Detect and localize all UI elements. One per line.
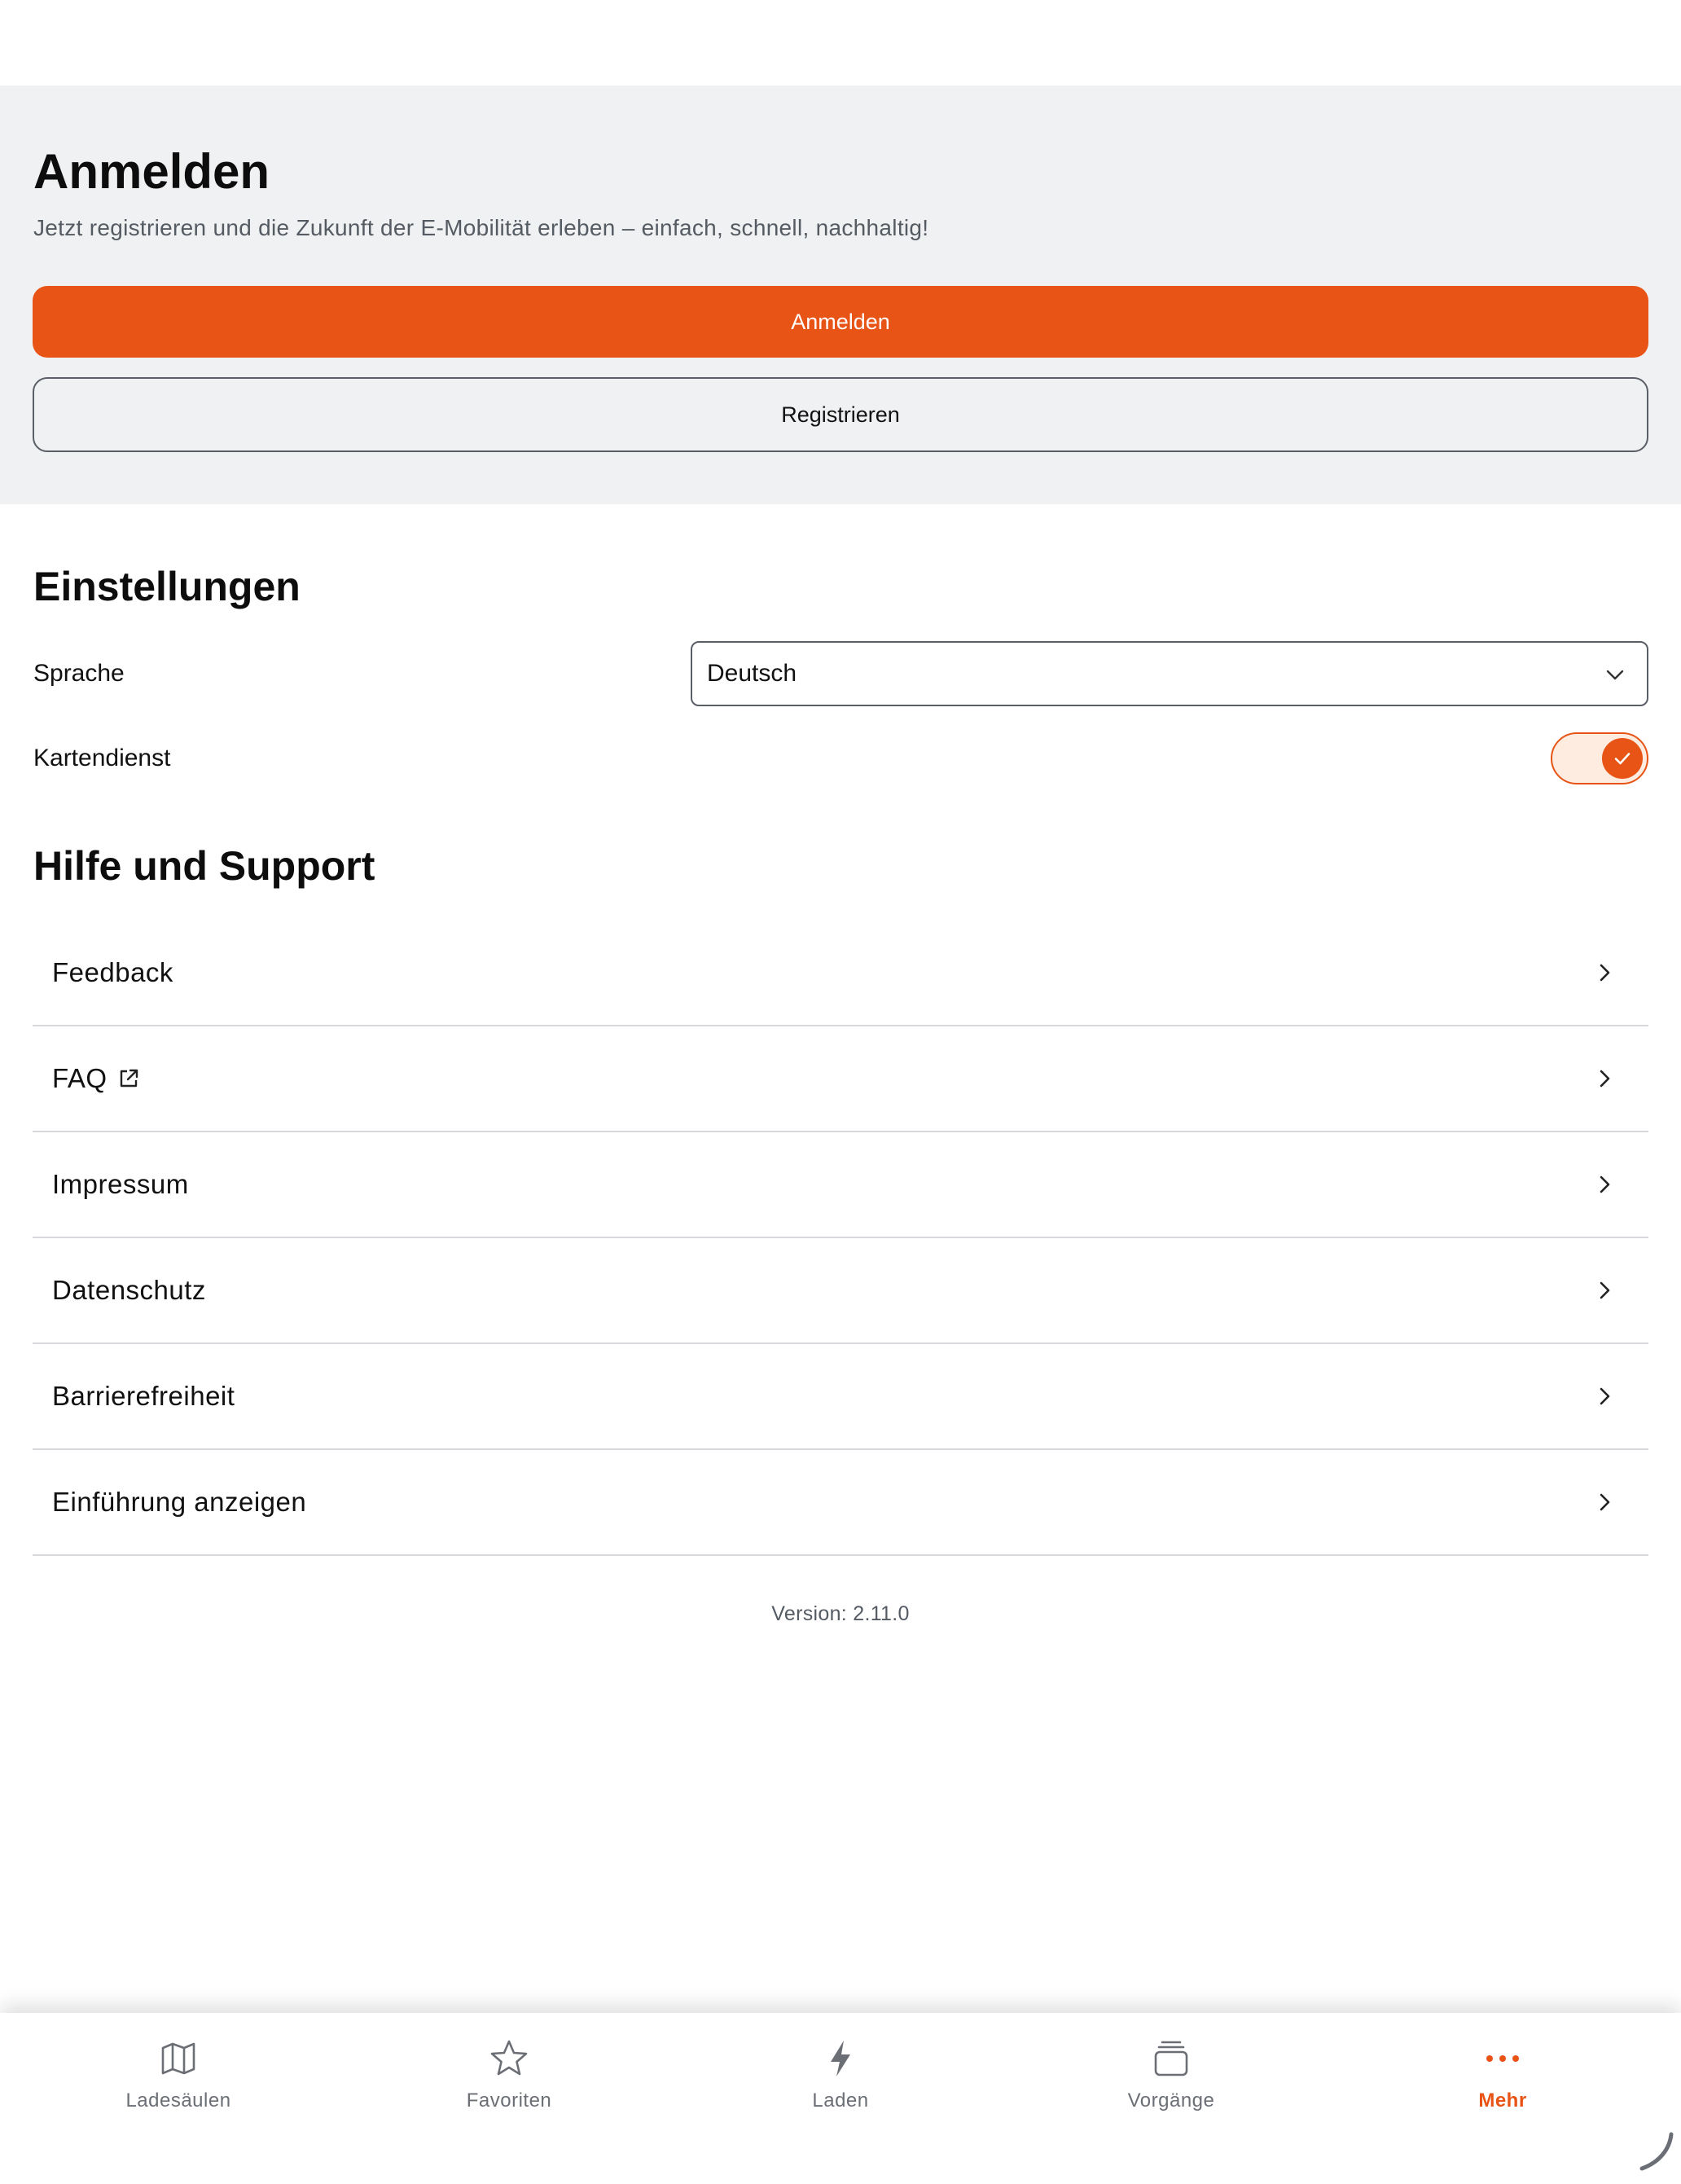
help-item-datenschutz[interactable]: Datenschutz [33,1238,1648,1344]
settings-title: Einstellungen [33,564,301,609]
help-item-barrierefreiheit[interactable]: Barrierefreiheit [33,1344,1648,1450]
help-item-label: Impressum [52,1169,189,1199]
tab-laden[interactable]: Laden [718,2037,963,2112]
chevron-right-icon [1593,961,1616,988]
tab-label: Laden [812,2090,869,2111]
chevron-right-icon [1593,1279,1616,1306]
map-icon [159,2037,198,2080]
chevron-right-icon [1593,1173,1616,1200]
language-label: Sprache [33,660,125,687]
chevron-right-icon [1593,1067,1616,1094]
map-service-toggle[interactable] [1551,732,1648,784]
tab-mehr[interactable]: Mehr [1380,2037,1625,2112]
bottom-tab-bar: Ladesäulen Favoriten Laden Vorgänge Mehr [0,2013,1681,2184]
tab-vorgaenge[interactable]: Vorgänge [1049,2037,1293,2112]
map-service-label: Kartendienst [33,745,171,771]
register-button[interactable]: Registrieren [33,377,1648,452]
tab-ladesaeulen[interactable]: Ladesäulen [56,2037,301,2112]
external-link-icon [117,1067,140,1090]
help-item-impressum[interactable]: Impressum [33,1132,1648,1238]
help-item-label: Barrierefreiheit [52,1381,235,1411]
stack-icon [1152,2037,1191,2080]
tab-favoriten[interactable]: Favoriten [387,2037,631,2112]
help-item-label: Datenschutz [52,1275,206,1305]
help-item-label: FAQ [52,1063,108,1093]
help-item-label: Feedback [52,957,173,987]
login-button[interactable]: Anmelden [33,286,1648,358]
star-icon [489,2037,529,2080]
login-subtitle: Jetzt registrieren und die Zukunft der E… [33,215,929,240]
version-text: Version: 2.11.0 [771,1602,910,1625]
more-icon [1483,2037,1522,2080]
tab-label: Vorgänge [1127,2090,1215,2111]
tab-label: Mehr [1478,2090,1527,2111]
chevron-right-icon [1593,1491,1616,1518]
help-title: Hilfe und Support [33,843,375,889]
help-list: Feedback FAQ Impressum Datenschutz Barri… [33,921,1648,1556]
tab-label: Favoriten [466,2090,552,2111]
login-title: Anmelden [33,144,270,199]
language-select-value: Deutsch [707,660,797,687]
resize-handle-icon [1635,2131,1676,2176]
language-select[interactable]: Deutsch [691,641,1648,706]
lightning-icon [824,2037,857,2080]
toggle-knob [1602,738,1643,779]
help-item-feedback[interactable]: Feedback [33,921,1648,1026]
help-item-faq[interactable]: FAQ [33,1026,1648,1132]
check-icon [1614,753,1631,765]
help-item-label: Einführung anzeigen [52,1487,307,1517]
tab-label: Ladesäulen [125,2090,231,2111]
chevron-down-icon [1604,664,1626,692]
chevron-right-icon [1593,1385,1616,1412]
help-item-einfuehrung[interactable]: Einführung anzeigen [33,1450,1648,1556]
